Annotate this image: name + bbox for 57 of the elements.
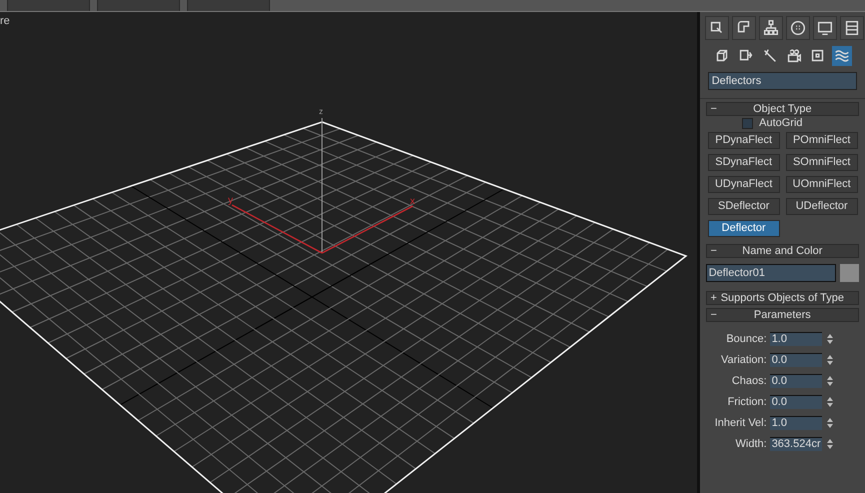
spinner-icon[interactable] [826, 416, 834, 430]
rollout-header[interactable]: − Object Type [706, 102, 859, 116]
object-type-button[interactable]: POmniFlect [786, 132, 858, 149]
autogrid-label: AutoGrid [759, 118, 803, 129]
rollout-toggle: − [706, 246, 721, 256]
command-tab[interactable] [704, 16, 729, 40]
display-icon [816, 19, 834, 37]
axis-label: z [319, 108, 323, 116]
parameter-field[interactable]: 0.0 [770, 353, 822, 367]
rollout-toggle: − [706, 310, 721, 320]
axis-label: x [410, 197, 415, 207]
spinner-icon[interactable] [826, 395, 834, 409]
object-type-button[interactable]: UDeflector [786, 198, 858, 215]
rollout-title: Object Type [752, 104, 813, 114]
command-tab[interactable] [732, 16, 756, 40]
parameter-label: Inherit Vel: [714, 418, 768, 428]
parameter-field[interactable]: 0.0 [770, 374, 822, 388]
command-tab[interactable] [758, 16, 783, 40]
parameter-label: Friction: [726, 396, 768, 408]
parameter-label: Variation: [720, 354, 768, 366]
parameter-field[interactable]: 363.524cr [770, 437, 822, 451]
rollout-title: Supports Objects of Type [720, 292, 845, 304]
parameter-field[interactable]: 1.0 [770, 332, 822, 346]
object-type-button[interactable]: SOmniFlect [786, 154, 858, 171]
spinner-icon[interactable] [826, 374, 834, 388]
object-type-button[interactable]: SDeflector [708, 198, 780, 215]
rollout-title: Name and Color [741, 246, 824, 256]
category-button[interactable] [832, 46, 852, 66]
color-swatch[interactable] [840, 264, 859, 282]
rollout-toggle: − [706, 104, 721, 114]
rollout-header[interactable]: − Parameters [706, 308, 859, 322]
axis-label: y [228, 196, 233, 206]
object-type-button[interactable]: PDynaFlect [708, 132, 780, 149]
command-tab[interactable] [786, 16, 810, 40]
rollout-title: Parameters [752, 310, 812, 320]
category-dropdown[interactable]: Deflectors [708, 72, 857, 90]
spinner-icon[interactable] [826, 332, 834, 346]
name-field[interactable]: Deflector01 [706, 264, 836, 282]
rollout-toggle: + [706, 292, 721, 304]
parameter-field[interactable]: 1.0 [770, 416, 822, 430]
hierarchy-icon [762, 19, 780, 37]
parameter-label: Bounce: [725, 334, 768, 344]
parameter-field[interactable]: 0.0 [770, 395, 822, 409]
parameter-label: Chaos: [730, 376, 768, 386]
rollout-header[interactable]: − Name and Color [706, 244, 859, 258]
object-type-button[interactable]: UOmniFlect [786, 176, 858, 193]
autogrid-checkbox[interactable] [742, 118, 754, 129]
object-type-button[interactable]: UDynaFlect [708, 176, 780, 193]
spinner-icon[interactable] [826, 437, 834, 451]
object-type-button[interactable]: Deflector [708, 220, 780, 237]
command-tab[interactable] [812, 16, 837, 40]
object-type-button[interactable]: SDynaFlect [708, 154, 780, 171]
viewport-label: re [0, 16, 10, 27]
command-tab[interactable] [840, 16, 864, 40]
rollout-header[interactable]: + Supports Objects of Type [706, 291, 859, 305]
spinner-icon[interactable] [826, 353, 834, 367]
parameter-label: Width: [734, 438, 768, 450]
